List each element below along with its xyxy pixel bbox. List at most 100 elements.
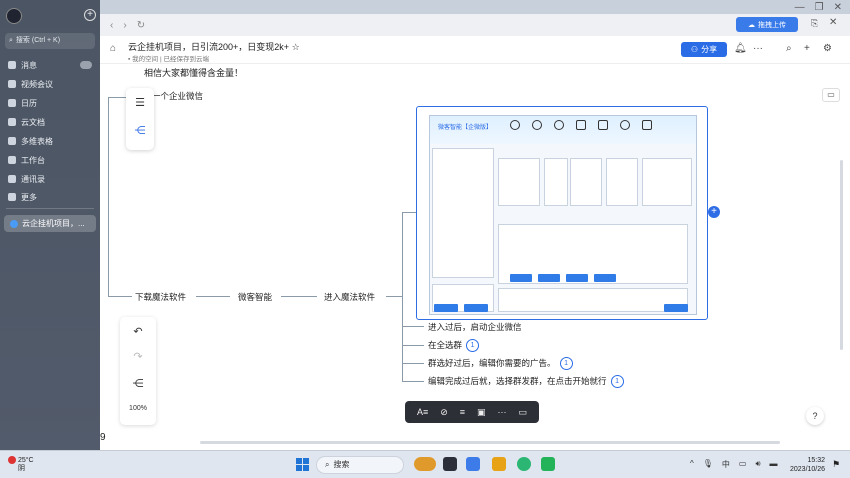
share-button[interactable]: ⚇ 分享 bbox=[681, 42, 727, 57]
screenshot-button bbox=[510, 274, 532, 282]
battery-icon[interactable]: ▬ bbox=[770, 459, 778, 470]
page-title: 云企挂机项目，日引流200+，日变现2k+ ☆ bbox=[128, 40, 300, 53]
open-doc-label: 云企挂机项目，... bbox=[22, 219, 85, 228]
zoom-level[interactable]: 100% bbox=[120, 405, 156, 412]
mic-icon[interactable]: 🎙︎ bbox=[703, 459, 713, 470]
count-badge[interactable]: 1 bbox=[466, 339, 480, 353]
breadcrumb-item[interactable]: 我的空间 bbox=[132, 56, 158, 63]
upload-button[interactable]: ☁ 拖拽上传 bbox=[736, 17, 798, 32]
avatar[interactable] bbox=[6, 8, 22, 24]
image-icon[interactable]: ▣ bbox=[477, 407, 486, 418]
star-icon[interactable]: ☆ bbox=[292, 42, 300, 52]
app-yellow-icon[interactable] bbox=[492, 457, 506, 471]
sidebar-item-label: 消息 bbox=[21, 60, 37, 70]
calendar-icon bbox=[8, 99, 16, 107]
settings-icon[interactable]: ⚙ bbox=[823, 43, 832, 54]
app-green-icon[interactable] bbox=[517, 457, 531, 471]
screenshot-panel bbox=[606, 158, 638, 206]
sidebar-open-doc[interactable]: 云企挂机项目，... bbox=[4, 215, 96, 232]
step-2[interactable]: 在全选群 1 bbox=[428, 339, 480, 353]
forward-icon[interactable]: › bbox=[123, 20, 126, 31]
sidebar-item-calendar[interactable]: 日历 bbox=[8, 96, 37, 110]
home-icon[interactable]: ⌂ bbox=[110, 43, 116, 54]
windows-start-icon[interactable] bbox=[296, 458, 309, 471]
undo-icon[interactable]: ↶ bbox=[120, 325, 156, 338]
sidebar-item-contacts[interactable]: 通讯录 bbox=[8, 172, 45, 186]
redo-icon[interactable]: ↷ bbox=[120, 350, 156, 363]
doc-icon bbox=[8, 118, 16, 126]
clock[interactable]: 15:32 2023/10/26 bbox=[790, 456, 825, 474]
more-dots-icon[interactable]: ··· bbox=[497, 407, 506, 417]
search-icon[interactable]: ⌕ bbox=[786, 43, 792, 54]
node-toolbar: ☰ ⋲ bbox=[126, 88, 154, 150]
screenshot-panel bbox=[642, 158, 692, 206]
check-icon[interactable]: ⊘ bbox=[440, 407, 448, 418]
search-icon: ⌕ bbox=[325, 460, 330, 469]
step-4[interactable]: 编辑完成过后就，选择群发群，在点击开始就行 1 bbox=[428, 375, 624, 389]
vertical-scrollbar[interactable] bbox=[840, 160, 843, 350]
restore-icon[interactable]: ❐ bbox=[815, 2, 824, 13]
display-icon[interactable]: ▭ bbox=[739, 459, 747, 470]
close-icon[interactable]: ✕ bbox=[829, 17, 837, 28]
step-3[interactable]: 群选好过后，编辑你需要的广告。 1 bbox=[428, 357, 573, 371]
count-badge[interactable]: 1 bbox=[610, 375, 624, 389]
search-input[interactable]: ⌕ 搜索 (Ctrl + K) bbox=[5, 33, 95, 49]
app-terminal-icon[interactable] bbox=[443, 457, 457, 471]
add-icon[interactable]: + bbox=[804, 43, 810, 54]
volume-icon[interactable]: 🔊︎ bbox=[755, 459, 760, 470]
ime-indicator[interactable]: 中 bbox=[722, 459, 730, 470]
step-text: 编辑完成过后就，选择群发群，在点击开始就行 bbox=[428, 376, 607, 386]
screenshot-panel bbox=[432, 148, 494, 278]
comment-icon[interactable]: ▭ bbox=[518, 407, 527, 418]
more-dots-icon[interactable]: ··· bbox=[753, 43, 763, 54]
collapse-icon[interactable]: ⋲ bbox=[120, 377, 156, 390]
screenshot-content: 微客智能【企微版】 bbox=[429, 115, 697, 315]
chat-icon bbox=[620, 120, 630, 130]
screenshot-panel bbox=[544, 158, 568, 206]
chevron-up-icon[interactable]: ^ bbox=[690, 459, 694, 470]
list-icon[interactable]: ≡ bbox=[460, 407, 465, 417]
link-icon[interactable]: ⎘ bbox=[811, 18, 818, 29]
refresh-icon[interactable]: ↻ bbox=[137, 20, 145, 31]
sidebar-item-workbench[interactable]: 工作台 bbox=[8, 153, 45, 167]
back-icon[interactable]: ‹ bbox=[110, 20, 113, 31]
sidebar-item-messages[interactable]: 消息 bbox=[8, 58, 37, 72]
embedded-screenshot[interactable]: 微客智能【企微版】 bbox=[416, 106, 708, 320]
screenshot-button bbox=[464, 304, 488, 312]
bell-icon[interactable]: 🔔︎ bbox=[734, 43, 747, 54]
node-wechat[interactable]: 一个企业微信 bbox=[152, 90, 203, 102]
plus-icon[interactable]: + bbox=[84, 9, 96, 21]
horizontal-scrollbar[interactable] bbox=[200, 441, 780, 444]
table-icon bbox=[8, 137, 16, 145]
sidebar-item-label: 通讯录 bbox=[21, 174, 45, 184]
screenshot-panel bbox=[498, 288, 688, 312]
sidebar-item-bitable[interactable]: 多维表格 bbox=[8, 134, 53, 148]
comment-icon[interactable]: ▭ bbox=[822, 88, 840, 102]
breadcrumb-sep: | bbox=[159, 56, 162, 63]
help-icon[interactable]: ? bbox=[806, 407, 824, 425]
weather-widget[interactable]: 25°C 阴 bbox=[8, 456, 34, 473]
count-badge[interactable]: 1 bbox=[559, 357, 573, 371]
app-widget-icon[interactable] bbox=[414, 457, 436, 471]
sidebar-item-video[interactable]: 视频会议 bbox=[8, 77, 53, 91]
taskbar-search[interactable]: ⌕ 搜索 bbox=[316, 456, 404, 474]
weather-text: 阴 bbox=[18, 464, 25, 472]
structure-icon[interactable]: ⋲ bbox=[126, 124, 154, 137]
node-weizhi[interactable]: 微客智能 bbox=[238, 291, 272, 303]
sidebar-item-docs[interactable]: 云文档 bbox=[8, 115, 45, 129]
notification-icon[interactable]: ⚑ bbox=[832, 459, 840, 470]
app-wechat-icon[interactable] bbox=[541, 457, 555, 471]
more-icon bbox=[8, 193, 16, 201]
step-1[interactable]: 进入过后，启动企业微信 bbox=[428, 321, 522, 333]
screenshot-panel bbox=[570, 158, 602, 206]
minimize-icon[interactable]: — bbox=[795, 2, 805, 13]
add-node-icon[interactable]: + bbox=[708, 206, 720, 218]
node-download[interactable]: 下载魔法软件 bbox=[135, 291, 186, 303]
upload-icon: ☁ bbox=[748, 21, 755, 29]
node-enter[interactable]: 进入魔法软件 bbox=[324, 291, 375, 303]
text-format-icon[interactable]: A≡ bbox=[417, 407, 428, 417]
outline-icon[interactable]: ☰ bbox=[126, 96, 154, 109]
app-lark-icon[interactable] bbox=[466, 457, 480, 471]
sidebar-item-more[interactable]: 更多 bbox=[8, 190, 37, 204]
window-close-icon[interactable]: ✕ bbox=[834, 2, 842, 13]
